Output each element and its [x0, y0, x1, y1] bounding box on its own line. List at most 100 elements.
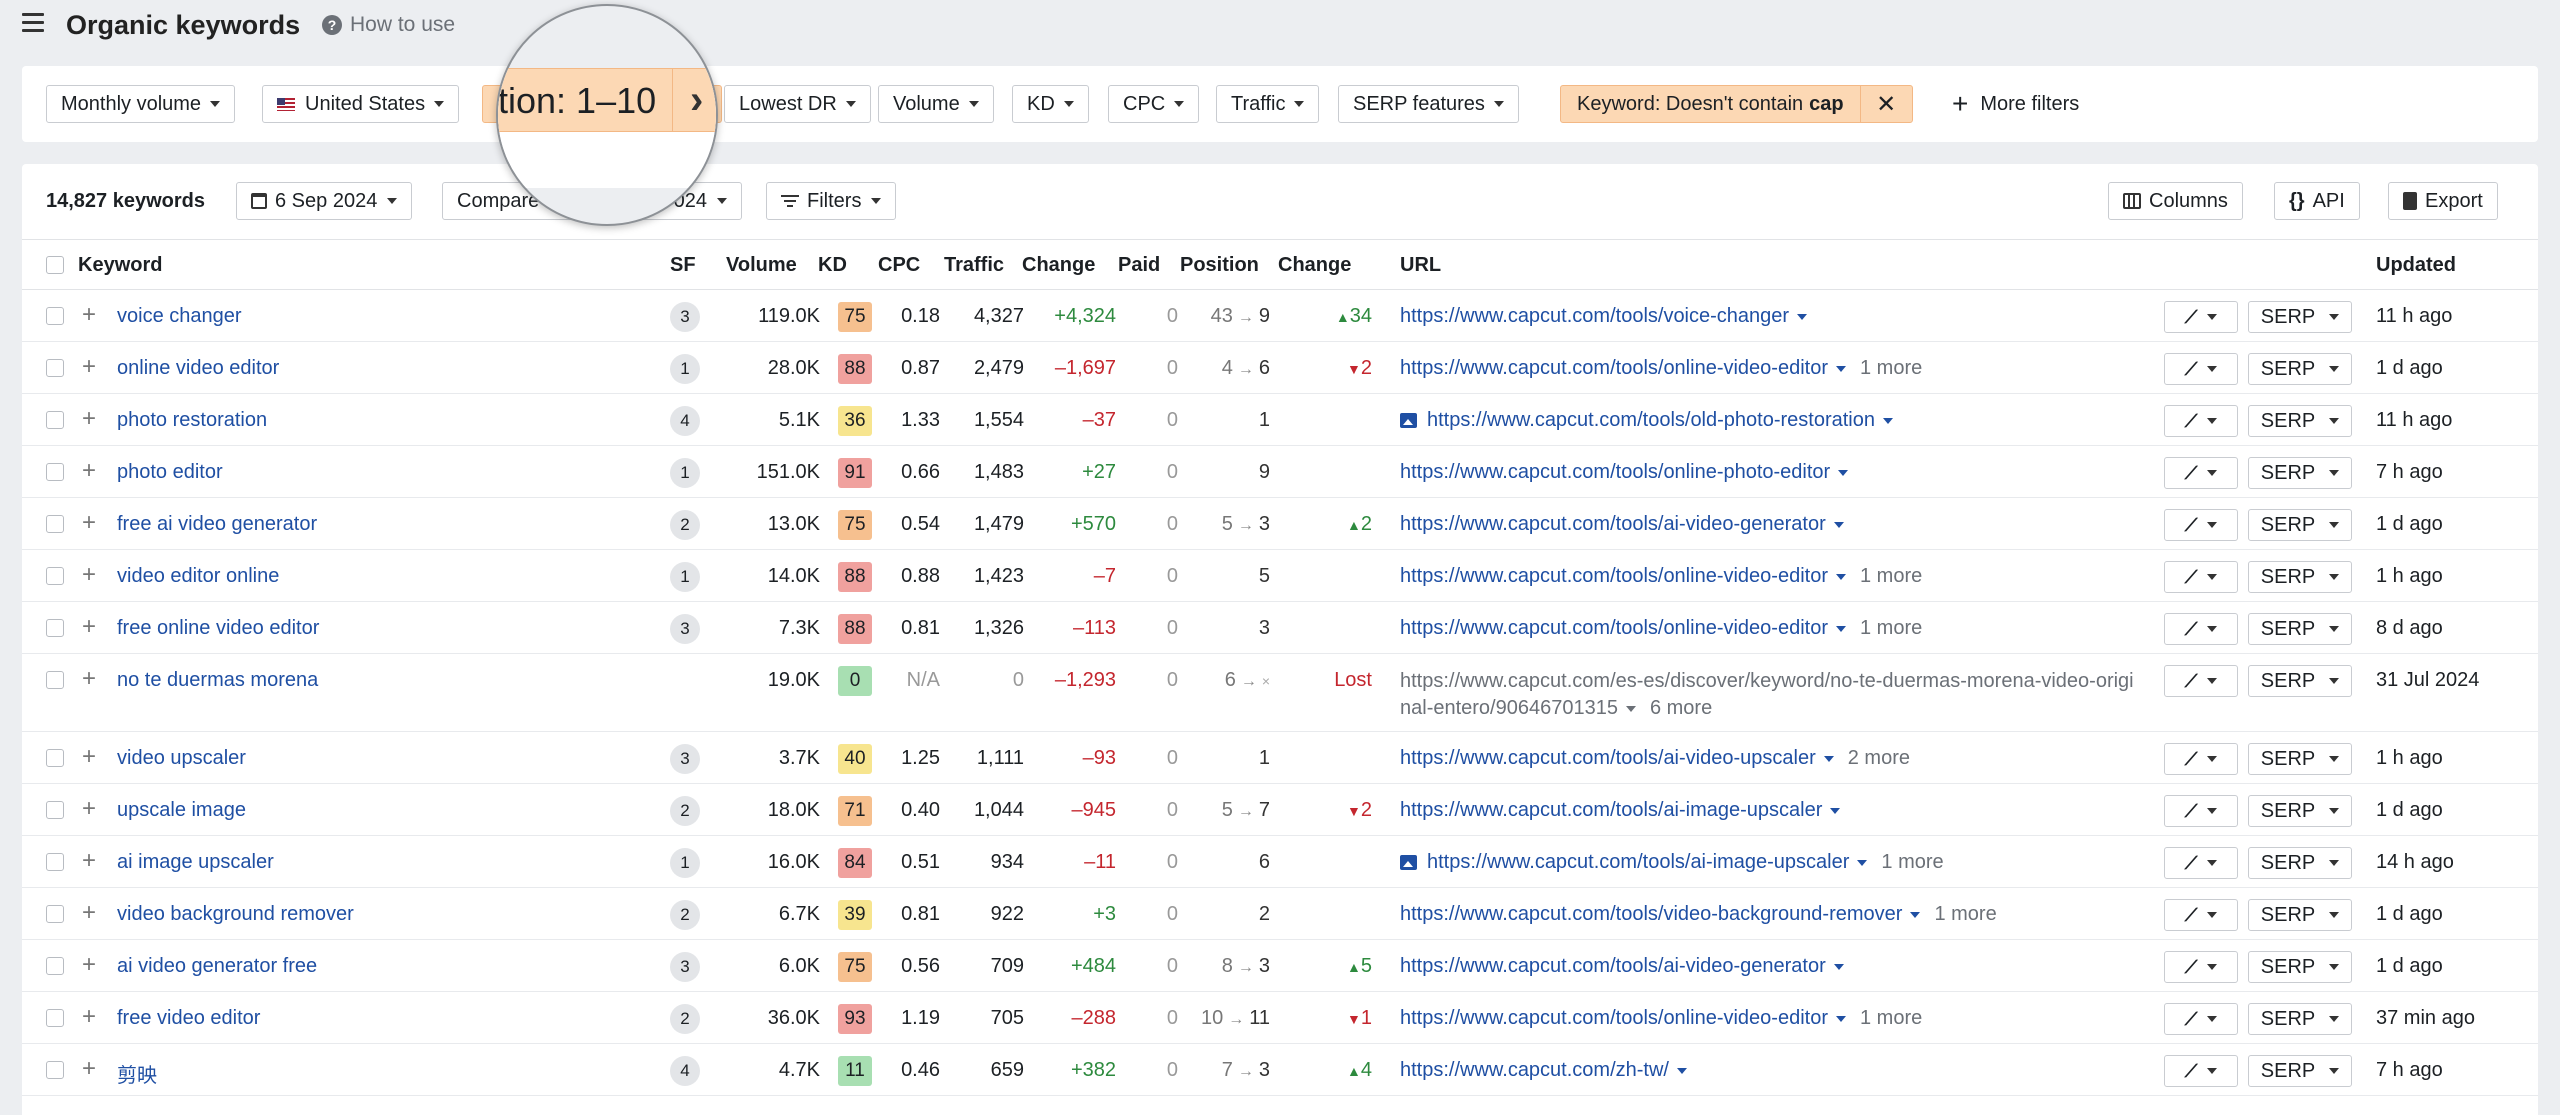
col-paid[interactable]: Paid: [1118, 254, 1160, 277]
col-position-change[interactable]: Change: [1278, 254, 1351, 277]
cpc-dropdown[interactable]: CPC: [1108, 85, 1200, 123]
col-kd[interactable]: KD: [818, 254, 847, 277]
serp-features-count[interactable]: 2: [670, 796, 700, 826]
row-checkbox[interactable]: [46, 463, 64, 481]
position-history-button[interactable]: ⟋: [2164, 743, 2238, 775]
position-history-button[interactable]: ⟋: [2164, 951, 2238, 983]
api-button[interactable]: {} API: [2274, 182, 2360, 220]
keyword-link[interactable]: ai video generator free: [117, 955, 317, 978]
more-urls-link[interactable]: 1 more: [1860, 1007, 1922, 1029]
serp-features-count[interactable]: 1: [670, 458, 700, 488]
add-keyword-icon[interactable]: +: [82, 303, 96, 327]
chevron-down-icon[interactable]: [1676, 1067, 1687, 1074]
row-checkbox[interactable]: [46, 411, 64, 429]
chevron-down-icon[interactable]: [1833, 963, 1844, 970]
how-to-use-link[interactable]: ? How to use: [322, 13, 455, 37]
serp-features-count[interactable]: 1: [670, 848, 700, 878]
chevron-down-icon[interactable]: [1835, 573, 1846, 580]
url-link[interactable]: https://www.capcut.com/tools/ai-image-up…: [1427, 851, 1849, 873]
add-keyword-icon[interactable]: +: [82, 407, 96, 431]
close-icon[interactable]: ✕: [1859, 86, 1912, 122]
serp-features-count[interactable]: 4: [670, 1056, 700, 1086]
col-url[interactable]: URL: [1400, 254, 1441, 277]
url-link[interactable]: https://www.capcut.com/tools/ai-video-ge…: [1400, 513, 1826, 535]
export-button[interactable]: Export: [2388, 182, 2498, 220]
position-history-button[interactable]: ⟋: [2164, 353, 2238, 385]
col-updated[interactable]: Updated: [2376, 254, 2456, 277]
filters-button[interactable]: Filters: [766, 182, 897, 220]
serp-features-count[interactable]: 3: [670, 302, 700, 332]
keyword-link[interactable]: free online video editor: [117, 617, 319, 640]
chevron-down-icon[interactable]: [1910, 911, 1921, 918]
serp-button[interactable]: SERP: [2248, 847, 2352, 879]
keyword-link[interactable]: free ai video generator: [117, 513, 317, 536]
chevron-down-icon[interactable]: [1838, 469, 1849, 476]
url-link[interactable]: https://www.capcut.com/tools/video-backg…: [1400, 903, 1902, 925]
position-history-button[interactable]: ⟋: [2164, 665, 2238, 697]
url-link[interactable]: https://www.capcut.com/es-es/discover/ke…: [1400, 670, 2134, 719]
row-checkbox[interactable]: [46, 515, 64, 533]
add-keyword-icon[interactable]: +: [82, 355, 96, 379]
keyword-link[interactable]: upscale image: [117, 799, 246, 822]
serp-button[interactable]: SERP: [2248, 665, 2352, 697]
row-checkbox[interactable]: [46, 957, 64, 975]
more-urls-link[interactable]: 1 more: [1860, 565, 1922, 587]
monthly-volume-dropdown[interactable]: Monthly volume: [46, 85, 236, 123]
position-history-button[interactable]: ⟋: [2164, 1055, 2238, 1087]
keyword-link[interactable]: photo restoration: [117, 409, 267, 432]
col-position[interactable]: Position: [1180, 254, 1259, 277]
row-checkbox[interactable]: [46, 749, 64, 767]
serp-button[interactable]: SERP: [2248, 951, 2352, 983]
col-traffic[interactable]: Traffic: [944, 254, 1004, 277]
serp-features-count[interactable]: 3: [670, 744, 700, 774]
chevron-down-icon[interactable]: [1797, 313, 1808, 320]
position-history-button[interactable]: ⟋: [2164, 899, 2238, 931]
traffic-dropdown[interactable]: Traffic: [1216, 85, 1320, 123]
add-keyword-icon[interactable]: +: [82, 953, 96, 977]
url-link[interactable]: https://www.capcut.com/tools/online-vide…: [1400, 617, 1828, 639]
chevron-down-icon[interactable]: [1625, 705, 1636, 712]
serp-features-count[interactable]: 2: [670, 900, 700, 930]
more-filters-button[interactable]: + More filters: [1952, 85, 2079, 123]
serp-features-count[interactable]: 2: [670, 510, 700, 540]
position-history-button[interactable]: ⟋: [2164, 457, 2238, 489]
add-keyword-icon[interactable]: +: [82, 745, 96, 769]
url-link[interactable]: https://www.capcut.com/tools/voice-chang…: [1400, 305, 1789, 327]
add-keyword-icon[interactable]: +: [82, 849, 96, 873]
url-link[interactable]: https://www.capcut.com/zh-tw/: [1400, 1059, 1669, 1081]
chevron-down-icon[interactable]: [1835, 365, 1846, 372]
position-history-button[interactable]: ⟋: [2164, 561, 2238, 593]
chevron-down-icon[interactable]: [1833, 521, 1844, 528]
serp-features-count[interactable]: 3: [670, 952, 700, 982]
serp-button[interactable]: SERP: [2248, 509, 2352, 541]
serp-features-count[interactable]: 2: [670, 1004, 700, 1034]
add-keyword-icon[interactable]: +: [82, 563, 96, 587]
url-link[interactable]: https://www.capcut.com/tools/online-phot…: [1400, 461, 1830, 483]
chevron-down-icon[interactable]: [1857, 859, 1868, 866]
col-cpc[interactable]: CPC: [878, 254, 920, 277]
col-sf[interactable]: SF: [670, 254, 696, 277]
keyword-link[interactable]: ai image upscaler: [117, 851, 274, 874]
more-urls-link[interactable]: 6 more: [1650, 697, 1712, 719]
url-link[interactable]: https://www.capcut.com/tools/ai-video-ge…: [1400, 955, 1826, 977]
serp-button[interactable]: SERP: [2248, 405, 2352, 437]
serp-features-count[interactable]: 1: [670, 562, 700, 592]
kd-dropdown[interactable]: KD: [1012, 85, 1089, 123]
add-keyword-icon[interactable]: +: [82, 615, 96, 639]
position-history-button[interactable]: ⟋: [2164, 405, 2238, 437]
row-checkbox[interactable]: [46, 801, 64, 819]
serp-button[interactable]: SERP: [2248, 795, 2352, 827]
select-all-checkbox[interactable]: [46, 256, 64, 274]
url-link[interactable]: https://www.capcut.com/tools/old-photo-r…: [1427, 409, 1875, 431]
chevron-down-icon[interactable]: [1830, 807, 1841, 814]
position-history-button[interactable]: ⟋: [2164, 1003, 2238, 1035]
add-keyword-icon[interactable]: +: [82, 667, 96, 691]
add-keyword-icon[interactable]: +: [82, 901, 96, 925]
serp-button[interactable]: SERP: [2248, 613, 2352, 645]
more-urls-link[interactable]: 1 more: [1860, 617, 1922, 639]
serp-features-count[interactable]: 3: [670, 614, 700, 644]
serp-button[interactable]: SERP: [2248, 1003, 2352, 1035]
serp-button[interactable]: SERP: [2248, 353, 2352, 385]
more-urls-link[interactable]: 1 more: [1881, 851, 1943, 873]
keyword-link[interactable]: free video editor: [117, 1007, 260, 1030]
